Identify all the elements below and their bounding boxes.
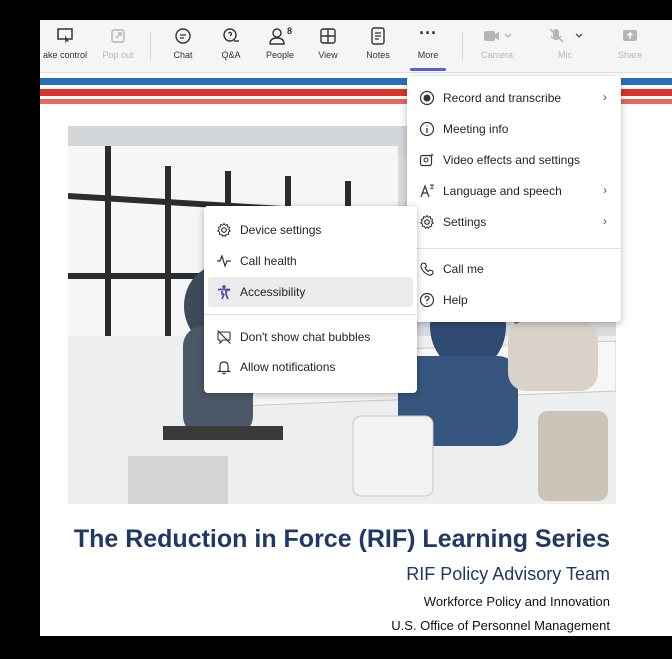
menu-item-record-and-transcribe[interactable]: Record and transcribe › [411,83,617,113]
take-control-label: ake control [42,50,88,60]
menu-item-label: Language and speech [443,184,562,198]
slide-subtitle: RIF Policy Advisory Team [406,564,610,584]
chevron-right-icon: › [603,214,607,228]
toolbar-divider [462,32,463,60]
more-label: More [417,50,439,60]
pop-out-label: Pop out [102,50,134,60]
language-icon [420,184,434,198]
share-icon [623,30,637,41]
menu-item-label: Record and transcribe [443,91,562,105]
record-icon [419,90,435,106]
people-icon-wrap: 8 [262,26,298,46]
menu-item-label: Accessibility [240,285,306,299]
camera-button[interactable]: Camera [472,26,522,68]
menu-divider [204,314,417,315]
menu-item-label: Settings [443,215,487,229]
share-button[interactable]: Share [614,26,646,68]
menu-item-label: Don't show chat bubbles [240,330,371,344]
more-button[interactable]: ··· More [410,23,446,68]
take-control-icon [57,28,73,44]
qa-label: Q&A [221,50,241,60]
screen: ake control Pop out Chat Q&A 8 People Vi… [40,20,672,636]
menu-item-label: Device settings [240,223,322,237]
menu-item-language-and-speech[interactable]: Language and speech › [411,176,617,206]
qa-icon [223,28,239,42]
people-count-badge: 8 [286,26,292,36]
share-label: Share [617,50,643,60]
accessibility-icon [218,285,231,300]
menu-item-settings[interactable]: Settings › [411,207,617,237]
chat-icon [175,28,191,44]
menu-item-label: Call me [443,262,484,276]
phone-icon [420,262,434,276]
meeting-toolbar: ake control Pop out Chat Q&A 8 People Vi… [40,20,672,73]
menu-item-dont-show-chat-bubbles[interactable]: Don't show chat bubbles [208,322,413,352]
more-menu: Record and transcribe › Meeting info Vid… [407,76,621,322]
menu-item-help[interactable]: Help [411,285,617,315]
chevron-right-icon: › [603,183,607,197]
pop-out-icon [111,29,125,43]
menu-item-accessibility[interactable]: Accessibility [208,277,413,307]
take-control-button[interactable]: ake control [40,26,90,68]
qa-button[interactable]: Q&A [216,26,246,68]
pop-out-button[interactable]: Pop out [98,26,138,68]
camera-label: Camera [480,50,513,60]
grid-view-icon [320,28,336,44]
menu-divider [407,248,621,249]
device-settings-icon [216,222,232,238]
menu-item-label: Allow notifications [240,360,336,374]
camera-off-icon [484,31,512,41]
people-button[interactable]: 8 People [262,26,298,68]
slide-agency-line: U.S. Office of Personnel Management [391,618,610,633]
view-label: View [318,50,338,60]
more-dots-icon: ··· [419,23,437,43]
call-health-icon [217,254,231,268]
help-icon [419,292,435,308]
chat-button[interactable]: Chat [166,26,200,68]
notes-icon [371,27,385,45]
notes-button[interactable]: Notes [362,26,394,68]
bell-icon [217,361,231,375]
menu-item-call-me[interactable]: Call me [411,254,617,284]
chat-bubble-off-icon [217,330,231,345]
chat-label: Chat [173,50,193,60]
menu-item-label: Call health [240,254,297,268]
menu-item-meeting-info[interactable]: Meeting info [411,114,617,144]
people-label: People [265,50,295,60]
video-effects-icon [419,153,434,167]
menu-item-label: Meeting info [443,122,509,136]
toolbar-divider [150,32,151,60]
menu-item-call-health[interactable]: Call health [208,246,413,276]
slide-org-line: Workforce Policy and Innovation [423,594,610,609]
mic-off-icon [549,28,583,43]
view-button[interactable]: View [314,26,342,68]
mic-button[interactable]: Mic [540,26,590,68]
menu-item-device-settings[interactable]: Device settings [208,215,413,245]
active-tab-indicator [410,68,446,71]
notes-label: Notes [366,50,390,60]
gear-icon [419,214,435,230]
slide-title: The Reduction in Force (RIF) Learning Se… [73,525,610,553]
menu-item-allow-notifications[interactable]: Allow notifications [208,352,413,382]
menu-item-video-effects[interactable]: Video effects and settings [411,145,617,175]
people-icon [269,28,285,45]
settings-submenu: Device settings Call health Accessibilit… [204,206,417,393]
menu-item-label: Help [443,293,468,307]
mic-label: Mic [558,50,572,60]
menu-item-label: Video effects and settings [443,153,580,167]
info-icon [419,121,435,137]
chevron-right-icon: › [603,90,607,104]
